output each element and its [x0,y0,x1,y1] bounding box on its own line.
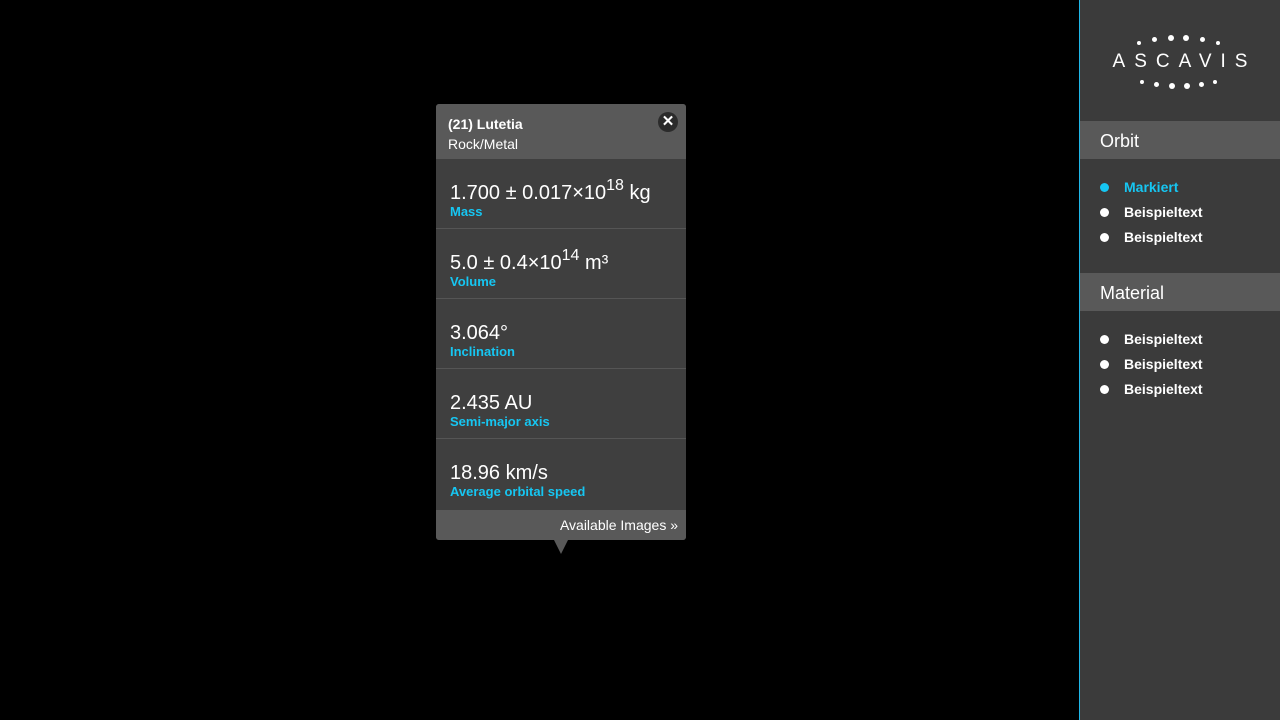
property-volume: 5.0 ± 0.4×1014 m³ Volume [436,229,686,299]
ascavis-logo: ASCAVIS [1080,30,1280,94]
space-viewport[interactable]: (21) Lutetia Rock/Metal ✕ 1.700 ± 0.017×… [0,0,1079,720]
property-label: Volume [450,274,496,289]
logo-text: ASCAVIS [1112,51,1257,72]
property-value: 3.064° [450,322,509,344]
section-header-material[interactable]: Material [1080,273,1280,311]
asteroid-type: Rock/Metal [448,136,519,152]
filter-item[interactable]: Beispieltext [1080,200,1280,225]
bullet-icon [1100,208,1109,217]
filter-item[interactable]: Beispieltext [1080,327,1280,352]
property-label: Inclination [450,344,515,359]
filter-item[interactable]: Beispieltext [1080,225,1280,250]
property-value: 18.96 km/s [450,462,548,484]
property-label: Mass [450,204,483,219]
property-semi-major-axis: 2.435 AU Semi-major axis [436,369,686,439]
available-images-link[interactable]: Available Images » [560,517,678,533]
property-value: 5.0 ± 0.4×1014 m³ [450,247,609,275]
property-mass: 1.700 ± 0.017×1018 kg Mass [436,159,686,229]
material-filter-list: Beispieltext Beispieltext Beispieltext [1080,327,1280,402]
close-icon[interactable]: ✕ [658,112,678,132]
section-header-orbit[interactable]: Orbit [1080,121,1280,159]
property-value: 2.435 AU [450,392,533,414]
orbit-filter-list: Markiert Beispieltext Beispieltext [1080,175,1280,250]
popup-header: (21) Lutetia Rock/Metal ✕ [436,104,686,159]
bullet-icon [1100,233,1109,242]
property-inclination: 3.064° Inclination [436,299,686,369]
filter-item[interactable]: Markiert [1080,175,1280,200]
property-label: Semi-major axis [450,414,550,429]
asteroid-info-popup: (21) Lutetia Rock/Metal ✕ 1.700 ± 0.017×… [436,104,686,554]
bullet-icon [1100,385,1109,394]
filter-item[interactable]: Beispieltext [1080,352,1280,377]
property-label: Average orbital speed [450,484,586,499]
popup-footer: Available Images » [436,510,686,540]
asteroid-name: (21) Lutetia [448,116,523,132]
property-value: 1.700 ± 0.017×1018 kg [450,177,651,205]
property-orbital-speed: 18.96 km/s Average orbital speed [436,439,686,510]
bullet-icon [1100,335,1109,344]
popup-pointer [554,540,568,554]
bullet-icon [1100,360,1109,369]
sidebar: ASCAVIS Orbit Markiert Beispieltext Beis… [1079,0,1280,720]
bullet-icon [1100,183,1109,192]
filter-item[interactable]: Beispieltext [1080,377,1280,402]
